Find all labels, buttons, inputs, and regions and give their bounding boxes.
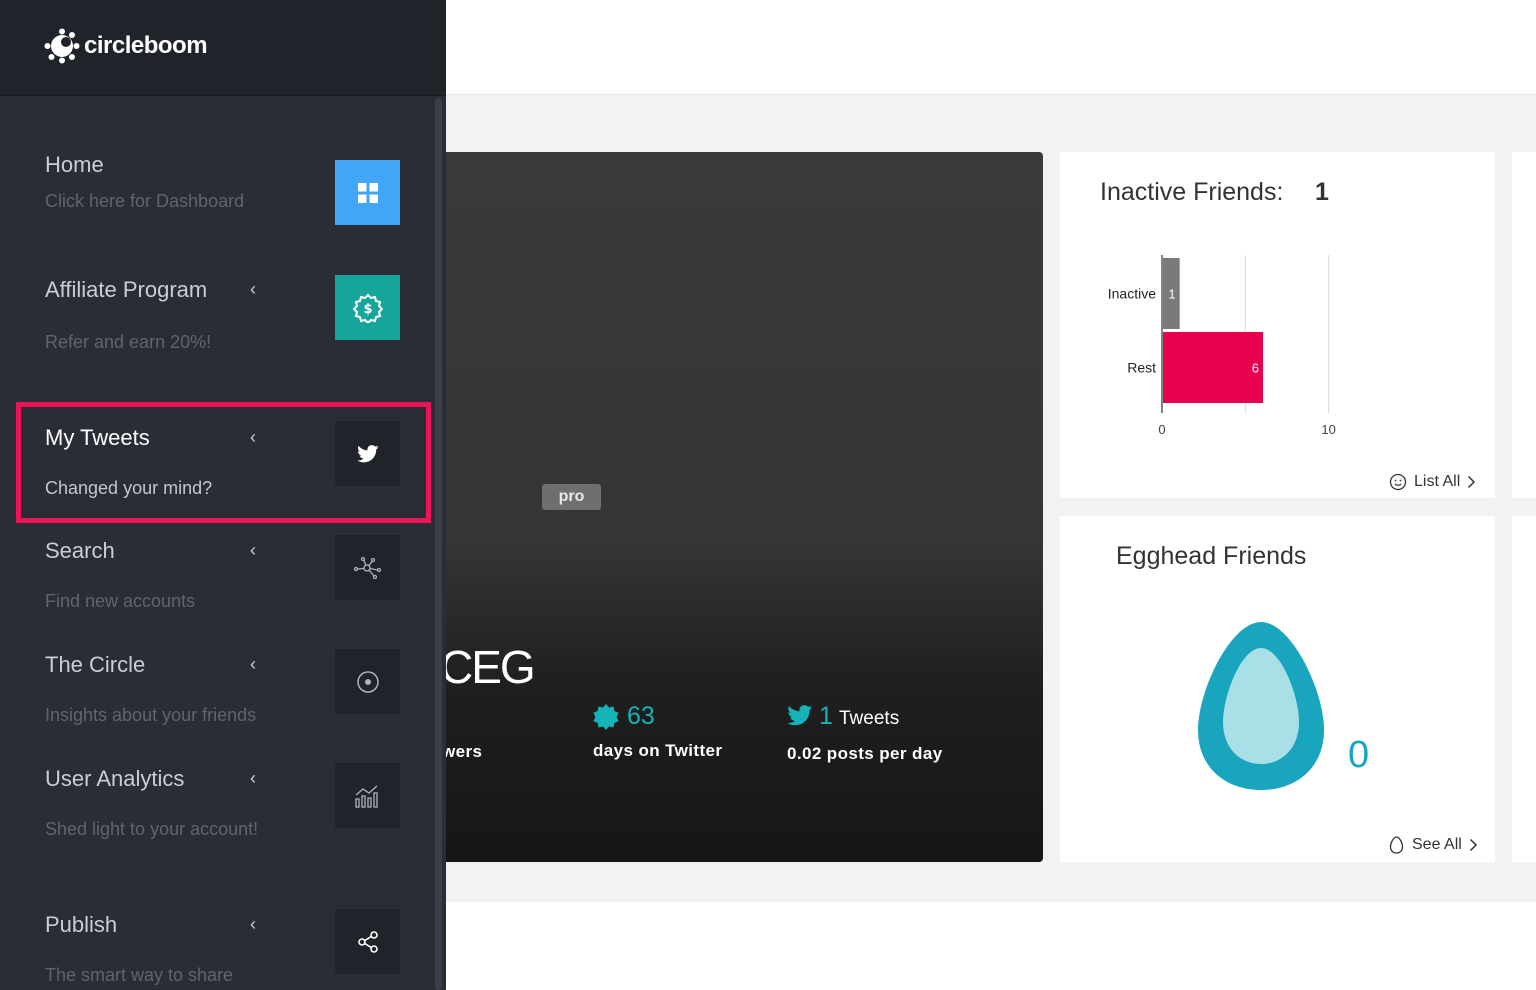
sidebar-item-title: The Circle [45,652,146,677]
sidebar-item-subtitle: Find new accounts [45,591,196,611]
circleboom-logo-icon [44,28,80,64]
twitter-bird-icon [787,705,813,726]
days-on-twitter-label: days on Twitter [593,741,723,760]
sidebar: circleboom Home Click here for Dashboard… [0,0,446,990]
partial-card-right-top [1512,152,1536,498]
egghead-count: 0 [1348,734,1370,776]
analytics-chart-icon [335,763,400,828]
sidebar-scrollbar[interactable] [435,98,442,990]
sidebar-header: circleboom [0,0,446,96]
sidebar-item-title: Affiliate Program [45,277,208,302]
highlight-box [16,402,431,523]
dollar-badge-icon: $ [335,275,400,340]
category-label: Rest [1127,360,1156,376]
sidebar-item-home[interactable]: Home Click here for Dashboard [0,140,430,240]
sidebar-item-subtitle: Shed light to your account! [45,819,259,839]
chevron-right-icon [1468,475,1476,489]
sidebar-item-subtitle: The smart way to share [45,965,234,985]
svg-text:$: $ [363,302,372,317]
profile-card: CEG wers 63 days on Twitter 1 Tweets 0.0… [446,152,1043,862]
sidebar-item-title: Publish [45,912,118,937]
egg-icon [1198,622,1324,790]
chevron-left-icon: ‹ [250,654,256,674]
grid-icon [335,160,400,225]
chevron-left-icon: ‹ [250,279,256,299]
bar [1163,332,1263,403]
brand-name: circleboom [84,32,208,59]
inactive-friends-chart: Inactive 1 Rest 6 0 10 [1108,255,1336,437]
target-circle-icon [335,649,400,714]
sidebar-item-publish[interactable]: Publish ‹ The smart way to share [0,904,430,990]
pro-badge: pro [542,484,601,510]
category-label: Inactive [1108,286,1156,302]
sidebar-item-user-analytics[interactable]: User Analytics ‹ Shed light to your acco… [0,758,430,858]
sidebar-item-title: Search [45,538,115,563]
sidebar-item-subtitle: Refer and earn 20%! [45,332,212,352]
brand-logo[interactable]: circleboom [44,28,208,64]
sidebar-item-subtitle: Insights about your friends [45,705,257,725]
data-label: 6 [1252,361,1259,376]
profile-name: CEG [446,641,536,693]
sidebar-item-subtitle: Click here for Dashboard [45,191,245,211]
network-icon [335,535,400,600]
inactive-friends-title: Inactive Friends: [1100,178,1284,206]
chevron-left-icon: ‹ [250,540,256,560]
followers-label: wers [446,742,483,761]
see-all-link[interactable]: See All [1389,836,1478,854]
sidebar-item-search[interactable]: Search ‹ Find new accounts [0,530,430,630]
sidebar-item-title: User Analytics [45,766,185,791]
sidebar-item-the-circle[interactable]: The Circle ‹ Insights about your friends [0,644,430,744]
chevron-right-icon [1469,838,1477,852]
egghead-friends-title: Egghead Friends [1116,542,1307,570]
posts-per-day-label: 0.02 posts per day [787,744,943,763]
smiley-icon [1389,473,1407,491]
see-all-label: See All [1412,836,1462,853]
chevron-left-icon: ‹ [250,914,256,934]
egg-outline-icon [1389,836,1404,854]
chevron-left-icon: ‹ [250,768,256,788]
tweets-count: 1 [819,702,833,730]
list-all-label: List All [1414,473,1461,490]
data-label: 1 [1168,287,1175,302]
tick-label: 10 [1321,422,1335,437]
list-all-link[interactable]: List All [1389,473,1476,491]
sidebar-item-title: Home [45,152,104,177]
partial-card-right-bottom [1512,516,1536,862]
sidebar-item-affiliate-program[interactable]: Affiliate Program ‹ Refer and earn 20%! … [0,265,430,375]
badge-icon [593,704,619,730]
inactive-friends-count: 1 [1315,178,1329,206]
tweets-unit: Tweets [839,708,900,729]
top-bar [446,0,1536,95]
share-icon [335,909,400,974]
content-footer-area [446,902,1536,990]
days-on-twitter-count: 63 [627,702,655,730]
tick-label: 0 [1158,422,1165,437]
